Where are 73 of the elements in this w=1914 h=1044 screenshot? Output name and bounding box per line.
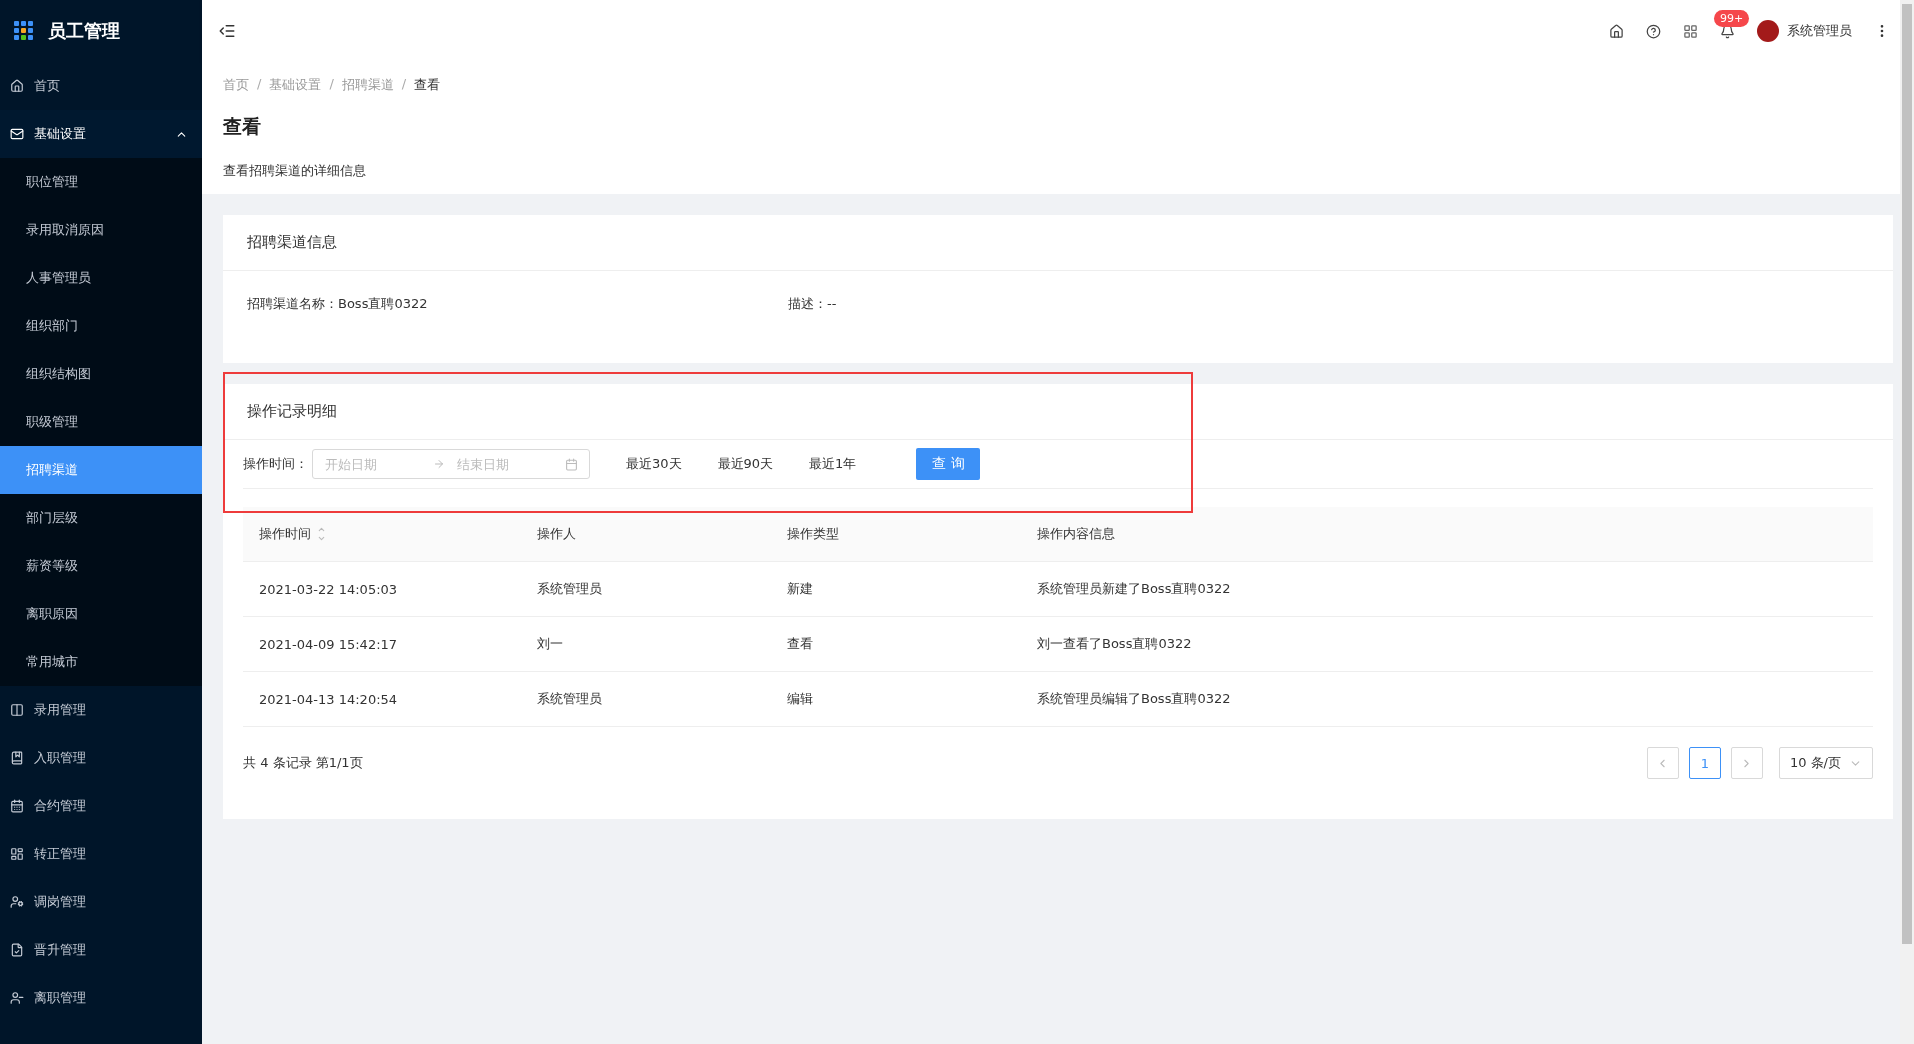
info-field: 招聘渠道名称：Boss直聘0322	[247, 295, 788, 313]
sidebar-subitem[interactable]: 离职原因	[0, 590, 202, 638]
book-icon	[10, 751, 24, 765]
table-cell-text: 2021-03-22 14:05:03	[258, 581, 399, 597]
sidebar-item[interactable]: 调岗管理	[0, 878, 202, 926]
table-cell-text: 系统管理员	[536, 690, 603, 708]
sidebar-subitem[interactable]: 组织部门	[0, 302, 202, 350]
notification-badge: 99+	[1714, 9, 1750, 27]
app-title: 员工管理	[48, 19, 120, 43]
sidebar-item[interactable]: 入职管理	[0, 734, 202, 782]
document-icon	[10, 943, 24, 957]
table-cell-text: 系统管理员	[536, 580, 603, 598]
sidebar-item[interactable]: 晋升管理	[0, 926, 202, 974]
date-range-field[interactable]: 开始日期 结束日期	[312, 449, 590, 479]
grid-icon	[10, 847, 24, 861]
user-icon	[10, 895, 24, 909]
sidebar-item[interactable]: 基础设置	[0, 110, 202, 158]
calendar-icon	[10, 799, 24, 813]
sidebar-subitem[interactable]: 组织结构图	[0, 350, 202, 398]
column-header: 操作时间	[259, 525, 311, 543]
logo-icon	[14, 21, 34, 41]
sidebar-subitem[interactable]: 职级管理	[0, 398, 202, 446]
breadcrumb-link[interactable]: 查看	[414, 76, 441, 94]
grid-icon[interactable]	[1683, 23, 1698, 39]
table-cell-text: 查看	[786, 635, 814, 653]
sidebar-item[interactable]: 转正管理	[0, 830, 202, 878]
sidebar-subitem[interactable]: 常用城市	[0, 638, 202, 686]
sidebar-subitem[interactable]: 部门层级	[0, 494, 202, 542]
scrollbar[interactable]	[1900, 0, 1914, 1044]
column-header: 操作内容信息	[1037, 525, 1115, 543]
sidebar-subitem[interactable]: 职位管理	[0, 158, 202, 206]
mail-icon	[10, 127, 24, 141]
sidebar-subitem[interactable]: 薪资等级	[0, 542, 202, 590]
user-icon	[10, 991, 24, 1005]
card-title: 招聘渠道信息	[223, 215, 1893, 271]
table-cell-text: 2021-04-13 14:20:54	[258, 691, 399, 707]
breadcrumb-separator: /	[329, 76, 334, 93]
user-avatar[interactable]	[1757, 20, 1779, 42]
page-size-select[interactable]: 10 条/页	[1778, 747, 1873, 779]
sidebar-subitem[interactable]: 录用取消原因	[0, 206, 202, 254]
table-cell-text: 刘一	[536, 635, 564, 653]
table-cell-text: 系统管理员新建了Boss直聘0322	[1036, 580, 1232, 598]
quick-range-link[interactable]: 最近1年	[809, 455, 857, 473]
panel-icon	[10, 703, 24, 717]
user-name[interactable]: 系统管理员	[1787, 22, 1852, 40]
sidebar-subitem[interactable]: 人事管理员	[0, 254, 202, 302]
menu-icon[interactable]	[218, 22, 236, 40]
card-title: 操作记录明细	[223, 384, 1893, 440]
breadcrumb-separator: /	[401, 76, 407, 93]
column-header: 操作人	[537, 525, 576, 543]
filter-label: 操作时间：	[243, 455, 308, 473]
pagination-summary: 共 4 条记录 第1/1页	[243, 754, 363, 772]
help-icon[interactable]	[1646, 23, 1661, 39]
page-subtitle: 查看招聘渠道的详细信息	[223, 162, 367, 180]
info-field: 描述：--	[788, 295, 1869, 313]
table-cell-text: 系统管理员编辑了Boss直聘0322	[1036, 690, 1232, 708]
sidebar-item[interactable]: 录用管理	[0, 686, 202, 734]
breadcrumb-separator: /	[257, 76, 262, 93]
table-cell-text: 2021-04-09 15:42:17	[258, 636, 399, 652]
home-icon[interactable]	[1609, 23, 1624, 39]
sidebar-item[interactable]: 合约管理	[0, 782, 202, 830]
table-cell-text: 编辑	[786, 690, 814, 708]
arrow-right-icon	[433, 458, 445, 470]
page-title: 查看	[223, 114, 262, 139]
calendar-icon	[565, 457, 578, 471]
quick-range-link[interactable]: 最近90天	[717, 455, 774, 473]
quick-range-link[interactable]: 最近30天	[626, 455, 682, 473]
table-cell-text: 新建	[786, 580, 814, 598]
sidebar-item[interactable]: 离职管理	[0, 974, 202, 1022]
table-cell-text: 刘一查看了Boss直聘0322	[1036, 635, 1193, 653]
home-icon	[10, 79, 24, 93]
column-header: 操作类型	[787, 525, 839, 543]
sidebar-item[interactable]: 首页	[0, 62, 202, 110]
